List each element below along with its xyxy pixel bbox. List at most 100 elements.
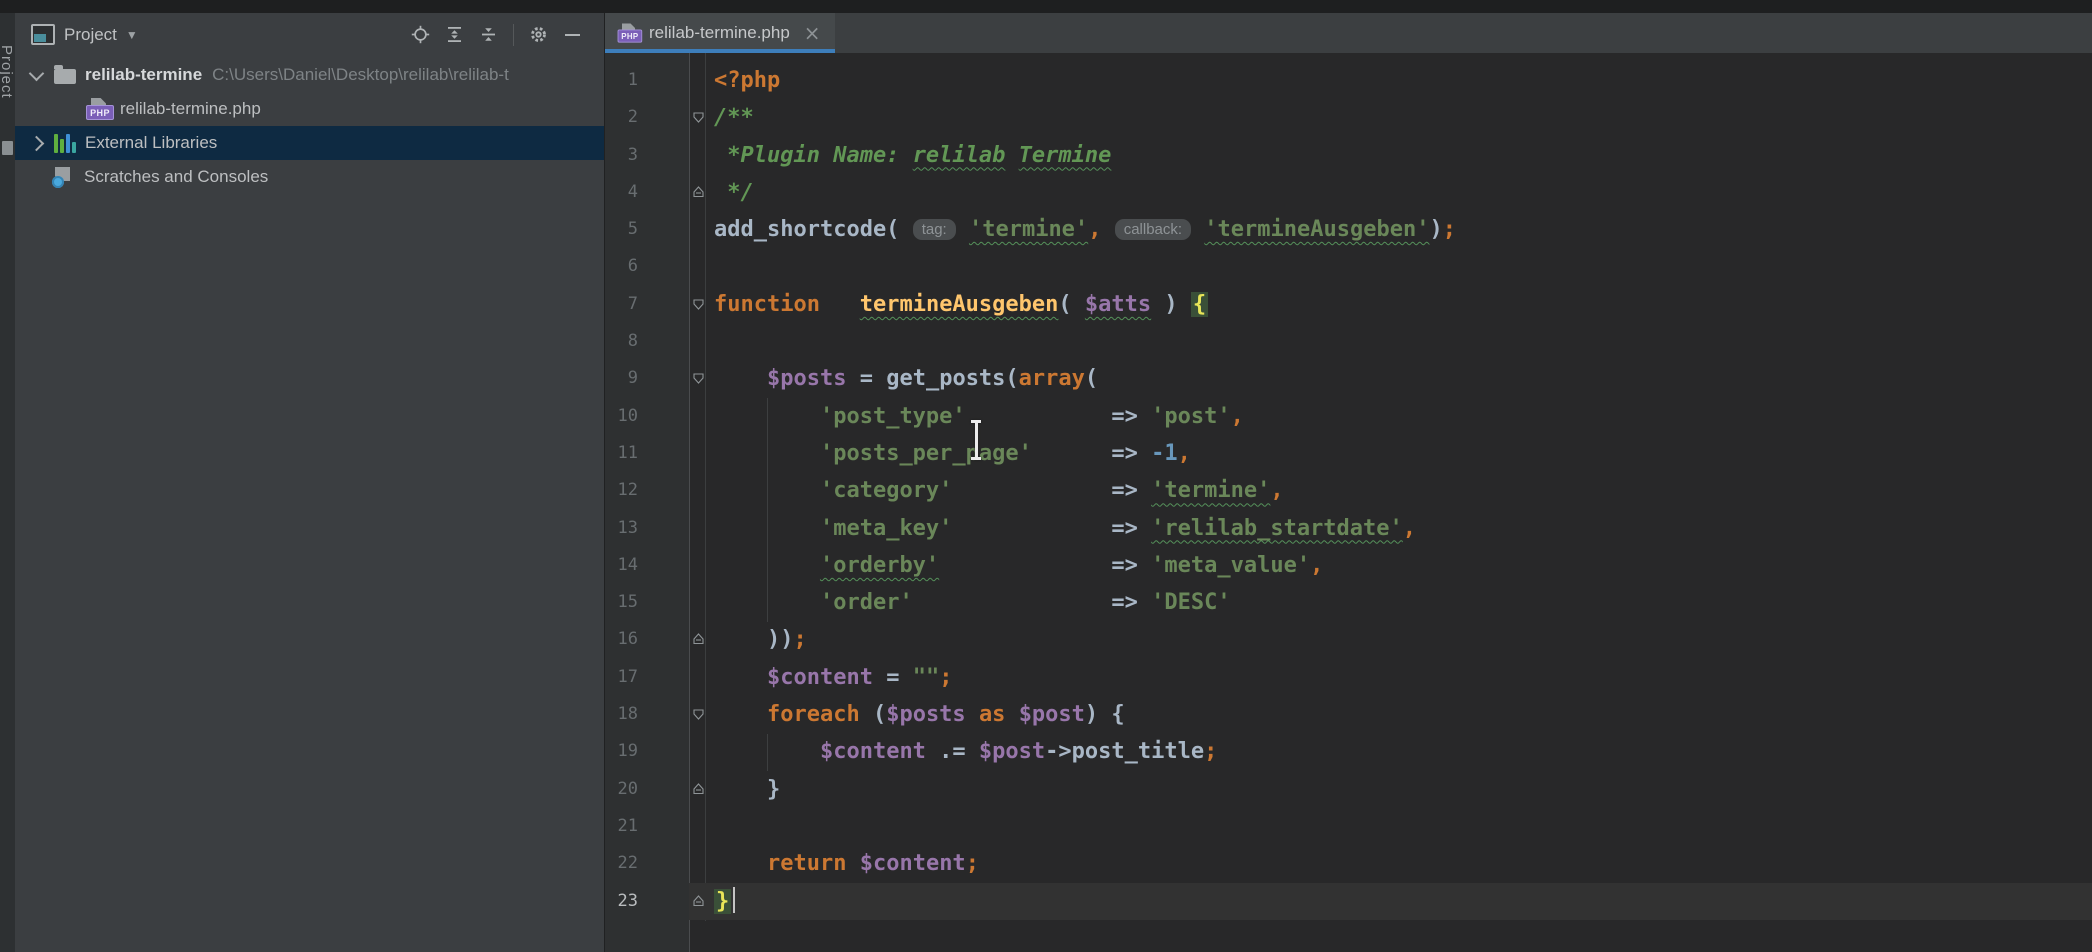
code-text[interactable]: <?php bbox=[714, 62, 780, 99]
tree-item-label[interactable]: Scratches and Consoles bbox=[84, 167, 268, 187]
code-text[interactable]: } bbox=[714, 883, 735, 920]
fold-marker-icon[interactable] bbox=[692, 894, 705, 908]
code-text[interactable]: 'meta_key' => 'relilab_startdate', bbox=[714, 510, 1416, 547]
code-text[interactable]: 'order' => 'DESC' bbox=[714, 584, 1231, 621]
code-line[interactable]: 9 $posts = get_posts(array( bbox=[605, 360, 2092, 397]
code-line[interactable]: 18 foreach ($posts as $post) { bbox=[605, 696, 2092, 733]
code-text[interactable]: } bbox=[714, 771, 780, 808]
fold-marker-icon[interactable] bbox=[692, 632, 705, 646]
tree-row-php-file[interactable]: PHP relilab-termine.php bbox=[15, 92, 604, 126]
gutter-fold-column bbox=[638, 771, 714, 808]
code-line[interactable]: 14 'orderby' => 'meta_value', bbox=[605, 547, 2092, 584]
code-text[interactable]: $content = ""; bbox=[714, 659, 952, 696]
expand-all-icon[interactable] bbox=[445, 25, 464, 44]
project-stripe-button[interactable]: Project bbox=[0, 45, 15, 99]
code-text[interactable]: add_shortcode( tag: 'termine', callback:… bbox=[714, 211, 1456, 248]
editor-area: PHP relilab-termine.php × 1 <?php2/**3 *P… bbox=[604, 13, 2092, 952]
fold-marker-icon[interactable] bbox=[692, 297, 705, 311]
tree-item-label[interactable]: External Libraries bbox=[85, 133, 217, 153]
code-line[interactable]: 7function termineAusgeben( $atts ) { bbox=[605, 286, 2092, 323]
code-text[interactable]: return $content; bbox=[714, 845, 979, 882]
project-tree: relilab-termine C:\Users\Daniel\Desktop\… bbox=[15, 58, 604, 194]
line-number: 21 bbox=[605, 808, 638, 845]
code-line[interactable]: 23} bbox=[605, 883, 2092, 920]
tree-row-scratches[interactable]: Scratches and Consoles bbox=[15, 160, 604, 194]
code-text[interactable]: *Plugin Name: relilab Termine bbox=[714, 137, 1111, 174]
code-line[interactable]: 19 $content .= $post->post_title; bbox=[605, 733, 2092, 770]
code-line[interactable]: 1 <?php bbox=[605, 62, 2092, 99]
tab-close-icon[interactable]: × bbox=[804, 21, 821, 45]
code-line[interactable]: 16 )); bbox=[605, 621, 2092, 658]
line-number: 23 bbox=[605, 883, 638, 920]
gutter-fold-column bbox=[638, 137, 714, 174]
line-number: 8 bbox=[605, 323, 638, 360]
line-number: 15 bbox=[605, 584, 638, 621]
line-number: 10 bbox=[605, 398, 638, 435]
gutter-fold-column bbox=[638, 398, 714, 435]
chevron-down-icon[interactable] bbox=[29, 65, 45, 81]
code-line[interactable]: 20 } bbox=[605, 771, 2092, 808]
code-text[interactable]: function termineAusgeben( $atts ) { bbox=[714, 286, 1208, 323]
code-text[interactable]: foreach ($posts as $post) { bbox=[714, 696, 1125, 733]
line-number: 12 bbox=[605, 472, 638, 509]
fold-marker-icon[interactable] bbox=[692, 371, 705, 385]
tab-title[interactable]: relilab-termine.php bbox=[649, 23, 790, 43]
code-text[interactable]: $content .= $post->post_title; bbox=[714, 733, 1217, 770]
gutter-fold-column bbox=[638, 733, 714, 770]
code-line[interactable]: 2/** bbox=[605, 99, 2092, 136]
code-text[interactable]: 'posts_per_page' => -1, bbox=[714, 435, 1191, 472]
code-line[interactable]: 13 'meta_key' => 'relilab_startdate', bbox=[605, 510, 2092, 547]
tree-row-project-root[interactable]: relilab-termine C:\Users\Daniel\Desktop\… bbox=[15, 58, 604, 92]
code-line[interactable]: 22 return $content; bbox=[605, 845, 2092, 882]
fold-marker-icon[interactable] bbox=[692, 110, 705, 124]
line-number: 9 bbox=[605, 360, 638, 397]
hide-panel-icon[interactable] bbox=[563, 25, 582, 44]
code-line[interactable]: 6 bbox=[605, 248, 2092, 285]
code-text[interactable]: 'orderby' => 'meta_value', bbox=[714, 547, 1323, 584]
tree-row-external-libraries[interactable]: External Libraries bbox=[15, 126, 604, 160]
fold-marker-icon[interactable] bbox=[692, 707, 705, 721]
gutter-fold-column bbox=[638, 659, 714, 696]
code-line[interactable]: 8 bbox=[605, 323, 2092, 360]
code-text[interactable]: )); bbox=[714, 621, 807, 658]
code-line[interactable]: 17 $content = ""; bbox=[605, 659, 2092, 696]
code-line[interactable]: 21 bbox=[605, 808, 2092, 845]
settings-gear-icon[interactable] bbox=[529, 25, 548, 44]
scratches-icon bbox=[51, 167, 75, 187]
project-panel-title[interactable]: Project bbox=[64, 25, 117, 45]
code-editor[interactable]: 1 <?php2/**3 *Plugin Name: relilab Termin… bbox=[605, 53, 2092, 952]
code-line[interactable]: 10 'post_type' => 'post', bbox=[605, 398, 2092, 435]
window-top-strip bbox=[0, 0, 2092, 13]
code-line[interactable]: 15 'order' => 'DESC' bbox=[605, 584, 2092, 621]
chevron-down-icon[interactable]: ▼ bbox=[126, 28, 138, 42]
line-number: 22 bbox=[605, 845, 638, 882]
gutter-fold-column bbox=[638, 883, 714, 920]
code-content[interactable]: 1 <?php2/**3 *Plugin Name: relilab Termin… bbox=[605, 62, 2092, 920]
tool-window-mini-icon[interactable] bbox=[2, 141, 13, 155]
code-line[interactable]: 3 *Plugin Name: relilab Termine bbox=[605, 137, 2092, 174]
line-number: 5 bbox=[605, 211, 638, 248]
code-line[interactable]: 12 'category' => 'termine', bbox=[605, 472, 2092, 509]
line-number: 13 bbox=[605, 510, 638, 547]
code-text[interactable]: $posts = get_posts(array( bbox=[714, 360, 1098, 397]
fold-marker-icon[interactable] bbox=[692, 185, 705, 199]
editor-tab-active[interactable]: PHP relilab-termine.php × bbox=[605, 13, 835, 53]
gutter-fold-column bbox=[638, 286, 714, 323]
code-text[interactable]: 'category' => 'termine', bbox=[714, 472, 1284, 509]
code-line[interactable]: 5 add_shortcode( tag: 'termine', callback… bbox=[605, 211, 2092, 248]
tree-item-label[interactable]: relilab-termine.php bbox=[120, 99, 261, 119]
fold-marker-icon[interactable] bbox=[692, 782, 705, 796]
collapse-all-icon[interactable] bbox=[479, 25, 498, 44]
line-number: 19 bbox=[605, 733, 638, 770]
line-number: 1 bbox=[605, 62, 638, 99]
locate-file-icon[interactable] bbox=[411, 25, 430, 44]
code-line[interactable]: 11 'posts_per_page' => -1, bbox=[605, 435, 2092, 472]
line-number: 6 bbox=[605, 248, 638, 285]
code-line[interactable]: 4 */ bbox=[605, 174, 2092, 211]
project-tool-window-icon bbox=[31, 24, 55, 45]
php-file-icon: PHP bbox=[618, 23, 639, 42]
code-text[interactable]: */ bbox=[714, 174, 754, 211]
chevron-right-icon[interactable] bbox=[29, 135, 45, 151]
code-text[interactable]: /** bbox=[714, 99, 754, 136]
tree-item-label[interactable]: relilab-termine bbox=[85, 65, 202, 85]
